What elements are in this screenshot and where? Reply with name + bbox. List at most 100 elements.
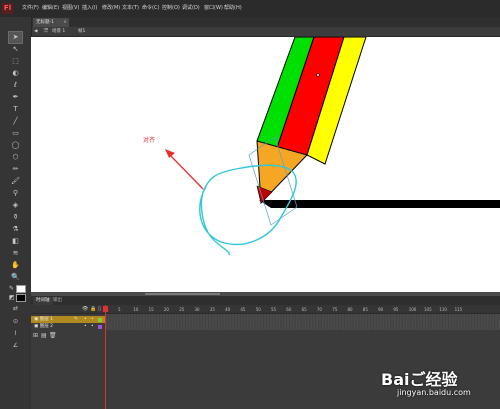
menu-item[interactable]: 修改(M) [102, 4, 120, 13]
zoom-tool-icon[interactable]: 🔍 [9, 272, 22, 283]
pen-tool-icon[interactable]: ✒ [9, 92, 22, 103]
frame-number: 105 [424, 307, 432, 312]
menu-item[interactable]: 帮助(H) [224, 4, 242, 13]
eyedropper-tool-icon[interactable]: ⚗ [9, 224, 22, 235]
stage-canvas[interactable]: 对齐 [31, 37, 500, 292]
frame-number: 50 [255, 307, 261, 312]
menu-item[interactable]: 文件(F) [22, 4, 39, 13]
layer-name: 图层 2 [39, 324, 53, 329]
free-transform-tool-icon[interactable]: ⬚ [9, 56, 22, 67]
layer-icon: ▣ [34, 317, 39, 322]
frame-number: 110 [439, 307, 447, 312]
eye-icon[interactable]: 👁 [82, 306, 88, 312]
layer-color-swatch[interactable] [98, 324, 102, 329]
layer-row-1[interactable]: ▣ 图层 1 ✎ • • [31, 316, 105, 323]
delete-layer-icon[interactable]: 🗑 [49, 332, 57, 339]
oval-tool-icon[interactable]: ◯ [9, 140, 22, 151]
frame-number: 10 [133, 307, 139, 312]
lock-dot[interactable]: • [91, 323, 94, 330]
playhead-handle[interactable] [103, 306, 108, 312]
text-tool-icon[interactable]: T [9, 104, 22, 115]
close-tab-icon[interactable]: × [63, 18, 67, 27]
frame-number: 100 [408, 307, 417, 312]
layer-row-2[interactable]: ▣ 图层 2 • • [31, 323, 105, 330]
frame-number: 80 [347, 307, 353, 312]
frame-number: 35 [209, 307, 215, 312]
bone-tool-icon[interactable]: ⚲ [9, 188, 22, 199]
straighten-icon[interactable]: ∠ [9, 340, 22, 351]
smooth-icon[interactable]: ⌇ [9, 328, 22, 339]
frames-grid[interactable] [105, 314, 500, 330]
pencil-edit-icon: ✎ [74, 317, 78, 322]
menu-item[interactable]: 窗口(W) [204, 4, 223, 13]
canvas-drawing[interactable]: 对齐 [31, 37, 500, 292]
frame-number: 60 [286, 307, 292, 312]
menu-item[interactable]: 调试(D) [182, 4, 200, 13]
snap-magnet-icon[interactable]: ⊙ [9, 316, 22, 327]
polystar-tool-icon[interactable]: ⬡ [9, 152, 22, 163]
new-folder-icon[interactable]: ▤ [41, 332, 47, 339]
rectangle-tool-icon[interactable]: ▭ [9, 128, 22, 139]
transform-point[interactable] [316, 73, 320, 77]
document-tab[interactable]: 无标题-1 × [33, 18, 69, 27]
frame-label[interactable]: 帧1 [78, 28, 85, 35]
outline-icon[interactable]: ▯ [98, 306, 101, 312]
paint-bucket-icon[interactable]: ◈ [9, 200, 22, 211]
line-tool-icon[interactable]: ╱ [9, 116, 22, 127]
menu-item[interactable]: 视图(V) [62, 4, 79, 13]
back-arrow-icon[interactable]: ◀ [34, 28, 37, 35]
visibility-dot[interactable]: • [84, 323, 87, 330]
menu-item[interactable]: 命令(C) [142, 4, 159, 13]
width-tool-icon[interactable]: ≋ [9, 248, 22, 259]
lock-icon[interactable]: 🔒 [90, 306, 96, 312]
layer-name: 图层 1 [39, 317, 53, 322]
tab-output[interactable]: 输出 [50, 297, 65, 305]
frame-number: 20 [163, 307, 169, 312]
menu-item[interactable]: 控制(O) [162, 4, 180, 13]
subselection-tool-icon[interactable]: ↖ [9, 44, 22, 55]
annotation-label: 对齐 [143, 136, 155, 144]
scene-label[interactable]: 场景 1 [52, 28, 65, 35]
frame-number: 15 [148, 307, 154, 312]
annotation-arrowhead [165, 149, 175, 158]
menu-item[interactable]: 插入(I) [82, 4, 97, 13]
document-tab-title: 无标题-1 [36, 20, 54, 25]
frame-number: 45 [240, 307, 246, 312]
timeline-footer: ⊞ ▤ 🗑 [31, 332, 105, 340]
menu-item[interactable]: 编辑(E) [42, 4, 59, 13]
timeline-tab-bar [31, 296, 500, 305]
menu-item[interactable]: 文本(T) [122, 4, 139, 13]
frame-number: 5 [118, 307, 121, 312]
edit-bar [31, 27, 500, 37]
frame-number: 40 [225, 307, 231, 312]
frame-number: 90 [378, 307, 384, 312]
swap-colors-icon[interactable]: ⇄ [9, 303, 22, 314]
lock-dot[interactable]: • [91, 316, 94, 323]
eraser-tool-icon[interactable]: ◧ [9, 236, 22, 247]
frame-number: 95 [393, 307, 399, 312]
document-tab-bar [31, 17, 500, 27]
ink-bottle-icon[interactable]: ⚱ [9, 212, 22, 223]
frame-number: 55 [271, 307, 277, 312]
visibility-dot[interactable]: • [84, 316, 87, 323]
hand-tool-icon[interactable]: ✋ [9, 260, 22, 271]
frame-number: 65 [301, 307, 307, 312]
playhead[interactable] [105, 305, 106, 409]
layer-color-swatch[interactable] [98, 317, 102, 322]
frame-number: 85 [362, 307, 368, 312]
new-layer-icon[interactable]: ⊞ [33, 332, 38, 339]
3d-rotation-tool-icon[interactable]: ◐ [9, 68, 22, 79]
watermark-url: jingyan.baidu.com [397, 388, 471, 397]
frame-number: 70 [316, 307, 322, 312]
lasso-tool-icon[interactable]: ℓ [9, 80, 22, 91]
brush-tool-icon[interactable]: 🖌 [9, 176, 22, 187]
selection-tool-icon[interactable]: ➤ [8, 31, 23, 44]
app-logo: Fl [2, 3, 13, 14]
stroke-color-swatch[interactable] [16, 285, 26, 293]
pencil-tool-icon[interactable]: ✏ [9, 164, 22, 175]
stroke-color-icon[interactable]: ✎ [9, 285, 15, 292]
horizontal-scrollbar-thumb[interactable] [145, 293, 220, 295]
frame-number: 30 [194, 307, 200, 312]
fill-color-icon[interactable]: ◩ [9, 294, 15, 301]
fill-color-swatch[interactable] [16, 294, 26, 302]
